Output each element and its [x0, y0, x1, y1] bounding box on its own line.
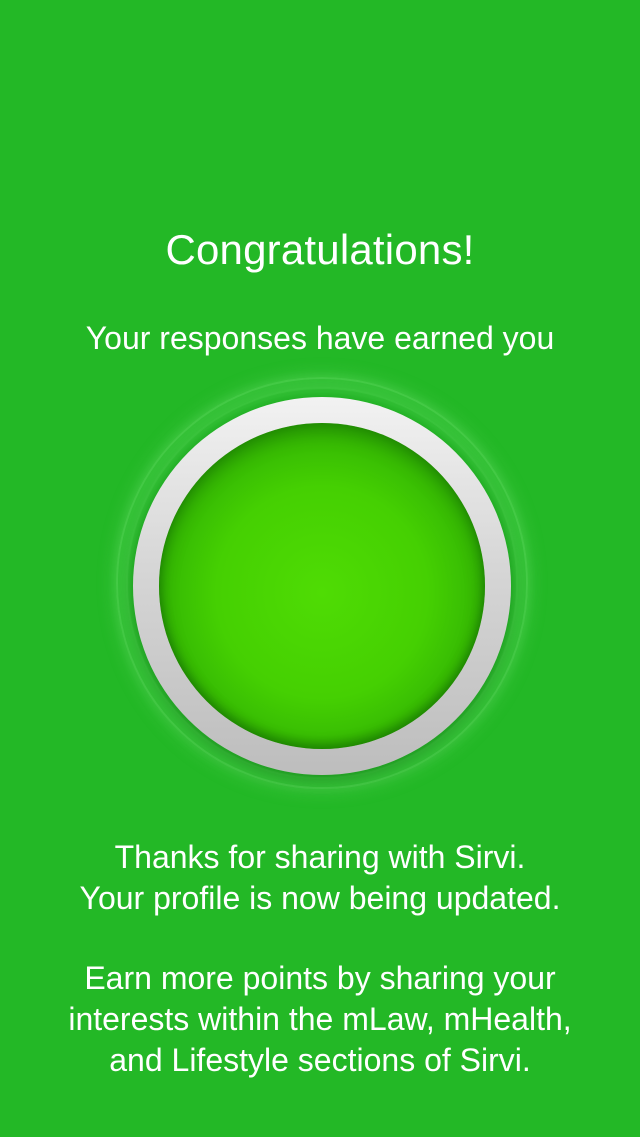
earn-line-2: interests within the mLaw, mHealth, [68, 1001, 572, 1037]
badge-green-core [159, 423, 485, 749]
earn-more-message: Earn more points by sharing your interes… [0, 958, 640, 1081]
badge-silver-ring [133, 397, 511, 775]
congratulations-title: Congratulations! [165, 226, 475, 273]
earn-line-1: Earn more points by sharing your [84, 960, 556, 996]
earn-line-3: and Lifestyle sections of Sirvi. [109, 1042, 531, 1078]
points-badge [94, 377, 550, 789]
earned-subtitle: Your responses have earned you [85, 320, 555, 356]
thanks-line: Thanks for sharing with Sirvi. [114, 839, 526, 875]
profile-update-line: Your profile is now being updated. [79, 880, 561, 916]
thanks-message: Thanks for sharing with Sirvi. Your prof… [0, 837, 640, 919]
